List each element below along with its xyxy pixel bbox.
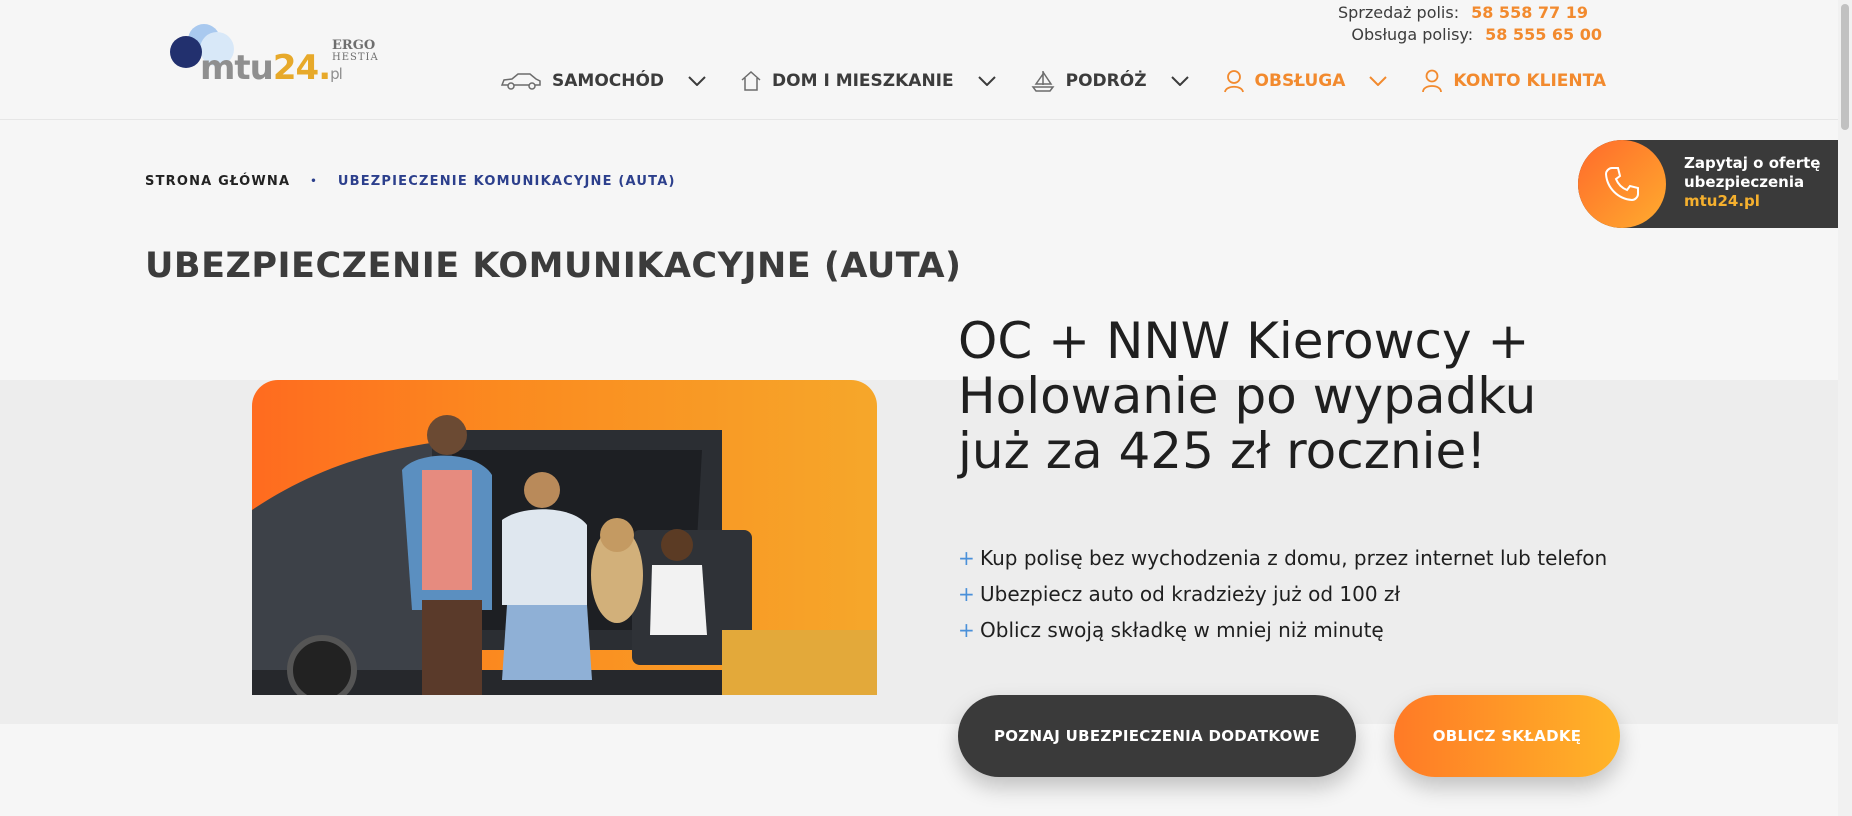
nav-label: OBSŁUGA <box>1254 71 1346 91</box>
benefits-list: + Kup polisę bez wychodzenia z domu, prze… <box>958 540 1607 648</box>
site-header: mtu24.pl ERGO HESTIA Sprzedaż polis: 58 … <box>0 0 1852 120</box>
contact-phones: Sprzedaż polis: 58 558 77 19 Obsługa pol… <box>1338 2 1602 46</box>
nav-label: DOM I MIESZKANIE <box>772 71 954 91</box>
service-phone-link[interactable]: 58 555 65 00 <box>1485 24 1602 46</box>
logo-hestia: HESTIA <box>332 52 379 63</box>
family-with-dog-illustration <box>252 415 877 695</box>
ask-line-1: Zapytaj o ofertę <box>1684 154 1821 172</box>
logo-wordmark: mtu24.pl <box>200 48 343 88</box>
headline-line-1: OC + NNW Kierowcy + <box>958 312 1530 370</box>
service-phone-row: Obsługa polisy: 58 555 65 00 <box>1338 24 1602 46</box>
scrollbar-thumb[interactable] <box>1841 4 1849 130</box>
sales-phone-row: Sprzedaż polis: 58 558 77 19 <box>1338 2 1588 24</box>
plus-icon: + <box>958 618 975 642</box>
chevron-down-icon[interactable] <box>1170 76 1189 86</box>
ask-offer-text: Zapytaj o ofertę ubezpieczenia mtu24.pl <box>1684 154 1820 211</box>
nav-samochod[interactable]: SAMOCHÓD <box>500 71 706 91</box>
sailboat-icon <box>1031 71 1055 92</box>
plus-icon: + <box>958 582 975 606</box>
calculate-premium-button[interactable]: OBLICZ SKŁADKĘ <box>1394 695 1620 777</box>
nav-podroz[interactable]: PODRÓŻ <box>1030 69 1189 93</box>
ask-link[interactable]: mtu24.pl <box>1684 192 1820 211</box>
breadcrumb-separator: • <box>310 176 318 187</box>
logo-ergo: ERGO <box>332 38 376 53</box>
ask-line-2: ubezpieczenia <box>1684 173 1805 191</box>
headline-line-3: już za 425 zł rocznie! <box>958 422 1487 480</box>
breadcrumb: STRONA GŁÓWNA • UBEZPIECZENIE KOMUNIKACY… <box>145 174 676 189</box>
person-pin-icon <box>1223 70 1244 93</box>
headline-line-2: Holowanie po wypadku <box>958 367 1537 425</box>
main-nav: SAMOCHÓD DOM I MIESZKANIE PODRÓŻ OBSŁUGA… <box>500 64 1640 98</box>
nav-label: KONTO KLIENTA <box>1453 71 1607 91</box>
page-title: UBEZPIECZENIE KOMUNIKACYJNE (AUTA) <box>145 246 962 286</box>
breadcrumb-current: UBEZPIECZENIE KOMUNIKACYJNE (AUTA) <box>337 174 676 189</box>
plus-icon: + <box>958 546 975 570</box>
mtu24-logo[interactable]: mtu24.pl ERGO HESTIA <box>170 22 380 92</box>
additional-insurance-button[interactable]: POZNAJ UBEZPIECZENIA DODATKOWE <box>958 695 1356 777</box>
nav-konto-klienta[interactable]: KONTO KLIENTA <box>1421 69 1606 93</box>
breadcrumb-home-link[interactable]: STRONA GŁÓWNA <box>145 174 290 189</box>
hero-headline: OC + NNW Kierowcy + Holowanie po wypadku… <box>958 314 1658 479</box>
sales-phone-link[interactable]: 58 558 77 19 <box>1471 2 1588 24</box>
phone-icon <box>1604 167 1639 202</box>
chevron-down-icon[interactable] <box>688 76 706 86</box>
phone-circle[interactable] <box>1578 140 1666 228</box>
chevron-down-icon[interactable] <box>1369 76 1388 86</box>
service-label: Obsługa polisy: <box>1351 25 1474 44</box>
hero-image-family-car <box>252 380 877 695</box>
chevron-down-icon[interactable] <box>977 76 996 86</box>
nav-label: SAMOCHÓD <box>552 71 665 91</box>
house-icon <box>741 70 761 91</box>
list-item: + Kup polisę bez wychodzenia z domu, prze… <box>958 540 1607 576</box>
sales-label: Sprzedaż polis: <box>1337 3 1460 22</box>
list-item: + Ubezpiecz auto od kradzieży już od 100 … <box>958 576 1607 612</box>
logo-circle-navy <box>170 36 202 68</box>
car-icon <box>500 73 541 90</box>
list-item: + Oblicz swoją składkę w mniej niż minutę <box>958 612 1607 648</box>
nav-obsluga[interactable]: OBSŁUGA <box>1223 69 1388 93</box>
user-icon <box>1422 69 1443 93</box>
nav-dom-i-mieszkanie[interactable]: DOM I MIESZKANIE <box>740 70 996 92</box>
page-scrollbar[interactable] <box>1838 0 1852 816</box>
nav-label: PODRÓŻ <box>1065 71 1147 91</box>
ask-offer-card[interactable]: Zapytaj o ofertę ubezpieczenia mtu24.pl <box>1578 140 1852 228</box>
